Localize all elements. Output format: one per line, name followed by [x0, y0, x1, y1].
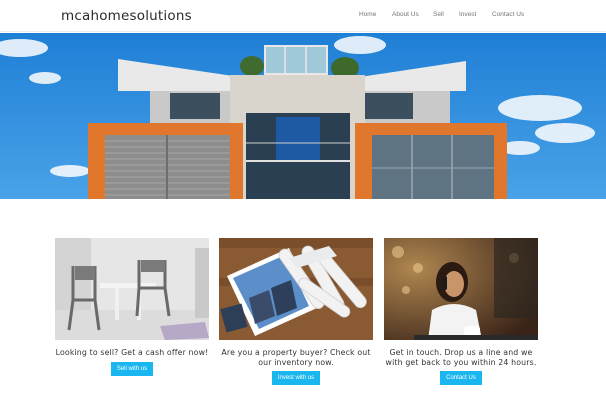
- nav-about-us[interactable]: About Us: [392, 11, 419, 18]
- chairs-table-photo: [55, 238, 209, 340]
- card-sell: Looking to sell? Get a cash offer now! S…: [55, 238, 209, 376]
- site-header: mcahomesolutions Home About Us Sell Inve…: [0, 0, 606, 32]
- nav-sell[interactable]: Sell: [433, 11, 444, 18]
- card-sell-caption: Looking to sell? Get a cash offer now!: [55, 348, 209, 357]
- card-invest-caption: Are you a property buyer? Check out our …: [221, 348, 371, 367]
- card-contact-caption: Get in touch. Drop us a line and we with…: [385, 348, 537, 367]
- card-invest: Are you a property buyer? Check out our …: [219, 238, 373, 385]
- contact-us-button[interactable]: Contact Us: [440, 371, 482, 385]
- main-nav: Home About Us Sell Invest Contact Us: [0, 11, 606, 23]
- nav-contact-us[interactable]: Contact Us: [492, 11, 524, 18]
- nav-invest[interactable]: Invest: [459, 11, 476, 18]
- card-contact: Get in touch. Drop us a line and we with…: [384, 238, 538, 385]
- nav-home[interactable]: Home: [359, 11, 376, 18]
- sell-with-us-button[interactable]: Sell with us: [110, 361, 154, 376]
- card-contact-image: [384, 238, 538, 340]
- card-sell-image: [55, 238, 209, 340]
- hero-house-image: [0, 33, 606, 199]
- invest-with-us-button[interactable]: Invest with us: [271, 371, 321, 385]
- woman-on-phone-photo: [384, 238, 538, 340]
- blueprints-photo: [219, 238, 373, 340]
- hero-banner: [0, 33, 606, 199]
- card-invest-image: [219, 238, 373, 340]
